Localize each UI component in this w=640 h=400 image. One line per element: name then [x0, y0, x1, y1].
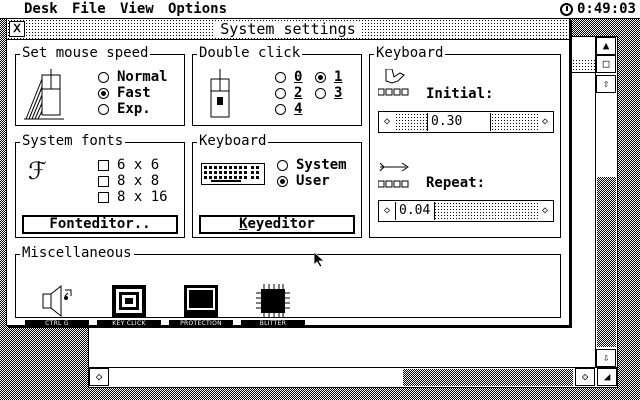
- repeat-slider[interactable]: ◇ 0.04 ◇: [378, 200, 554, 222]
- initial-label: Initial:: [426, 86, 494, 102]
- clock: 0:49:03: [559, 1, 636, 17]
- mouse-speed-exp[interactable]: Exp.: [98, 102, 151, 117]
- slider-left-icon[interactable]: ◇: [379, 201, 395, 221]
- ctrl-g-toggle[interactable]: CTRL G: [25, 284, 89, 328]
- resize-icon[interactable]: ◢: [597, 368, 617, 386]
- mouse-speed-title: Set mouse speed: [20, 45, 151, 61]
- checkbox-icon[interactable]: [98, 192, 109, 203]
- protection-toggle[interactable]: PROTECTION: [169, 284, 233, 328]
- blitter-toggle[interactable]: BLITTER: [241, 284, 305, 328]
- double-click-4[interactable]: 4: [275, 102, 302, 117]
- slider-left-icon[interactable]: ◇: [379, 112, 395, 132]
- menu-view[interactable]: View: [120, 1, 154, 17]
- key-click-icon: [112, 285, 146, 317]
- scroll-left-icon[interactable]: ◇: [89, 368, 109, 386]
- menu-options[interactable]: Options: [168, 1, 227, 17]
- double-click-group: Double click 0 1 2 3 4: [192, 45, 362, 126]
- mouse-speed-normal[interactable]: Normal: [98, 70, 168, 85]
- clock-time: 0:49:03: [576, 1, 636, 17]
- keyboard-system[interactable]: System: [277, 158, 347, 173]
- repeat-label: Repeat:: [426, 175, 486, 191]
- radio-selected-icon[interactable]: [98, 88, 109, 99]
- vertical-scrollbar[interactable]: ▲ □ ⇧ ⇩: [595, 37, 617, 387]
- mouse-speed-icon: [24, 69, 64, 120]
- double-click-3[interactable]: 3: [315, 86, 342, 101]
- mouse-pointer-icon: [314, 252, 326, 268]
- menu-bar: Desk File View Options 0:49:03: [0, 0, 640, 19]
- scroll-down-arrow-icon[interactable]: ⇩: [596, 349, 616, 367]
- initial-slider[interactable]: ◇ 0.30 ◇: [378, 111, 554, 133]
- dialog-title: System settings: [214, 21, 362, 37]
- double-click-title: Double click: [197, 45, 303, 61]
- keyboard-repeat-group: Keyboard Initial: ◇ 0.30 ◇ Repeat: ◇ 0.0…: [369, 45, 561, 238]
- window-title-fill: [569, 59, 595, 73]
- horizontal-scroll-track[interactable]: [403, 369, 573, 386]
- radio-selected-icon[interactable]: [277, 176, 288, 187]
- keyboard-icon: [201, 163, 265, 185]
- double-click-2[interactable]: 2: [275, 86, 302, 101]
- scroll-up-icon[interactable]: ▲: [596, 37, 616, 55]
- radio-icon[interactable]: [98, 72, 109, 83]
- keyboard-layout-group: Keyboard System User Keyeditor: [192, 133, 362, 238]
- scroll-right-icon[interactable]: ◇: [575, 368, 595, 386]
- clock-icon: [559, 2, 573, 16]
- window-full-icon[interactable]: □: [596, 55, 616, 73]
- vertical-scroll-track[interactable]: [597, 177, 616, 347]
- checkbox-icon[interactable]: [98, 176, 109, 187]
- radio-icon[interactable]: [98, 104, 109, 115]
- mouse-speed-group: Set mouse speed Normal Fast Exp.: [15, 45, 185, 126]
- speaker-icon: [42, 284, 72, 318]
- key-click-toggle[interactable]: KEY CLICK: [97, 284, 161, 328]
- repeat-icon: [378, 162, 409, 188]
- font-6x6[interactable]: 6 x 6: [98, 158, 159, 173]
- monitor-icon: [184, 285, 218, 317]
- menu-file[interactable]: File: [72, 1, 106, 17]
- slider-right-icon[interactable]: ◇: [537, 112, 553, 132]
- checkbox-icon[interactable]: [98, 160, 109, 171]
- chip-icon: [256, 284, 290, 318]
- key-press-icon: [378, 69, 409, 96]
- scroll-up-arrow-icon[interactable]: ⇧: [596, 75, 616, 93]
- double-click-0[interactable]: 0: [275, 70, 302, 85]
- keyboard-user[interactable]: User: [277, 174, 330, 189]
- horizontal-scrollbar[interactable]: ◇ ◇ ◢: [89, 367, 617, 387]
- keyboard-repeat-title: Keyboard: [374, 45, 446, 61]
- mouse-speed-fast[interactable]: Fast: [98, 86, 151, 101]
- double-click-1[interactable]: 1: [315, 70, 342, 85]
- system-settings-dialog: Ⅹ System settings Set mouse speed Normal…: [6, 18, 570, 328]
- font-8x16[interactable]: 8 x 16: [98, 190, 168, 205]
- menu-desk[interactable]: Desk: [24, 1, 58, 17]
- system-fonts-group: System fonts ℱ 6 x 6 8 x 8 8 x 16 Fonted…: [15, 133, 185, 238]
- font-8x8[interactable]: 8 x 8: [98, 174, 159, 189]
- mouse-icon: [210, 69, 230, 118]
- font-icon: ℱ: [28, 157, 47, 185]
- fonteditor-button[interactable]: Fonteditor..: [22, 215, 178, 234]
- repeat-value[interactable]: 0.04: [395, 202, 435, 220]
- keyboard-layout-title: Keyboard: [197, 133, 269, 149]
- initial-value[interactable]: 0.30: [427, 113, 491, 131]
- close-icon[interactable]: Ⅹ: [9, 21, 25, 37]
- radio-icon[interactable]: [277, 160, 288, 171]
- keyeditor-button[interactable]: Keyeditor: [199, 215, 355, 234]
- dialog-titlebar[interactable]: Ⅹ System settings: [7, 19, 569, 40]
- system-fonts-title: System fonts: [20, 133, 126, 149]
- slider-right-icon[interactable]: ◇: [537, 201, 553, 221]
- miscellaneous-title: Miscellaneous: [20, 245, 134, 261]
